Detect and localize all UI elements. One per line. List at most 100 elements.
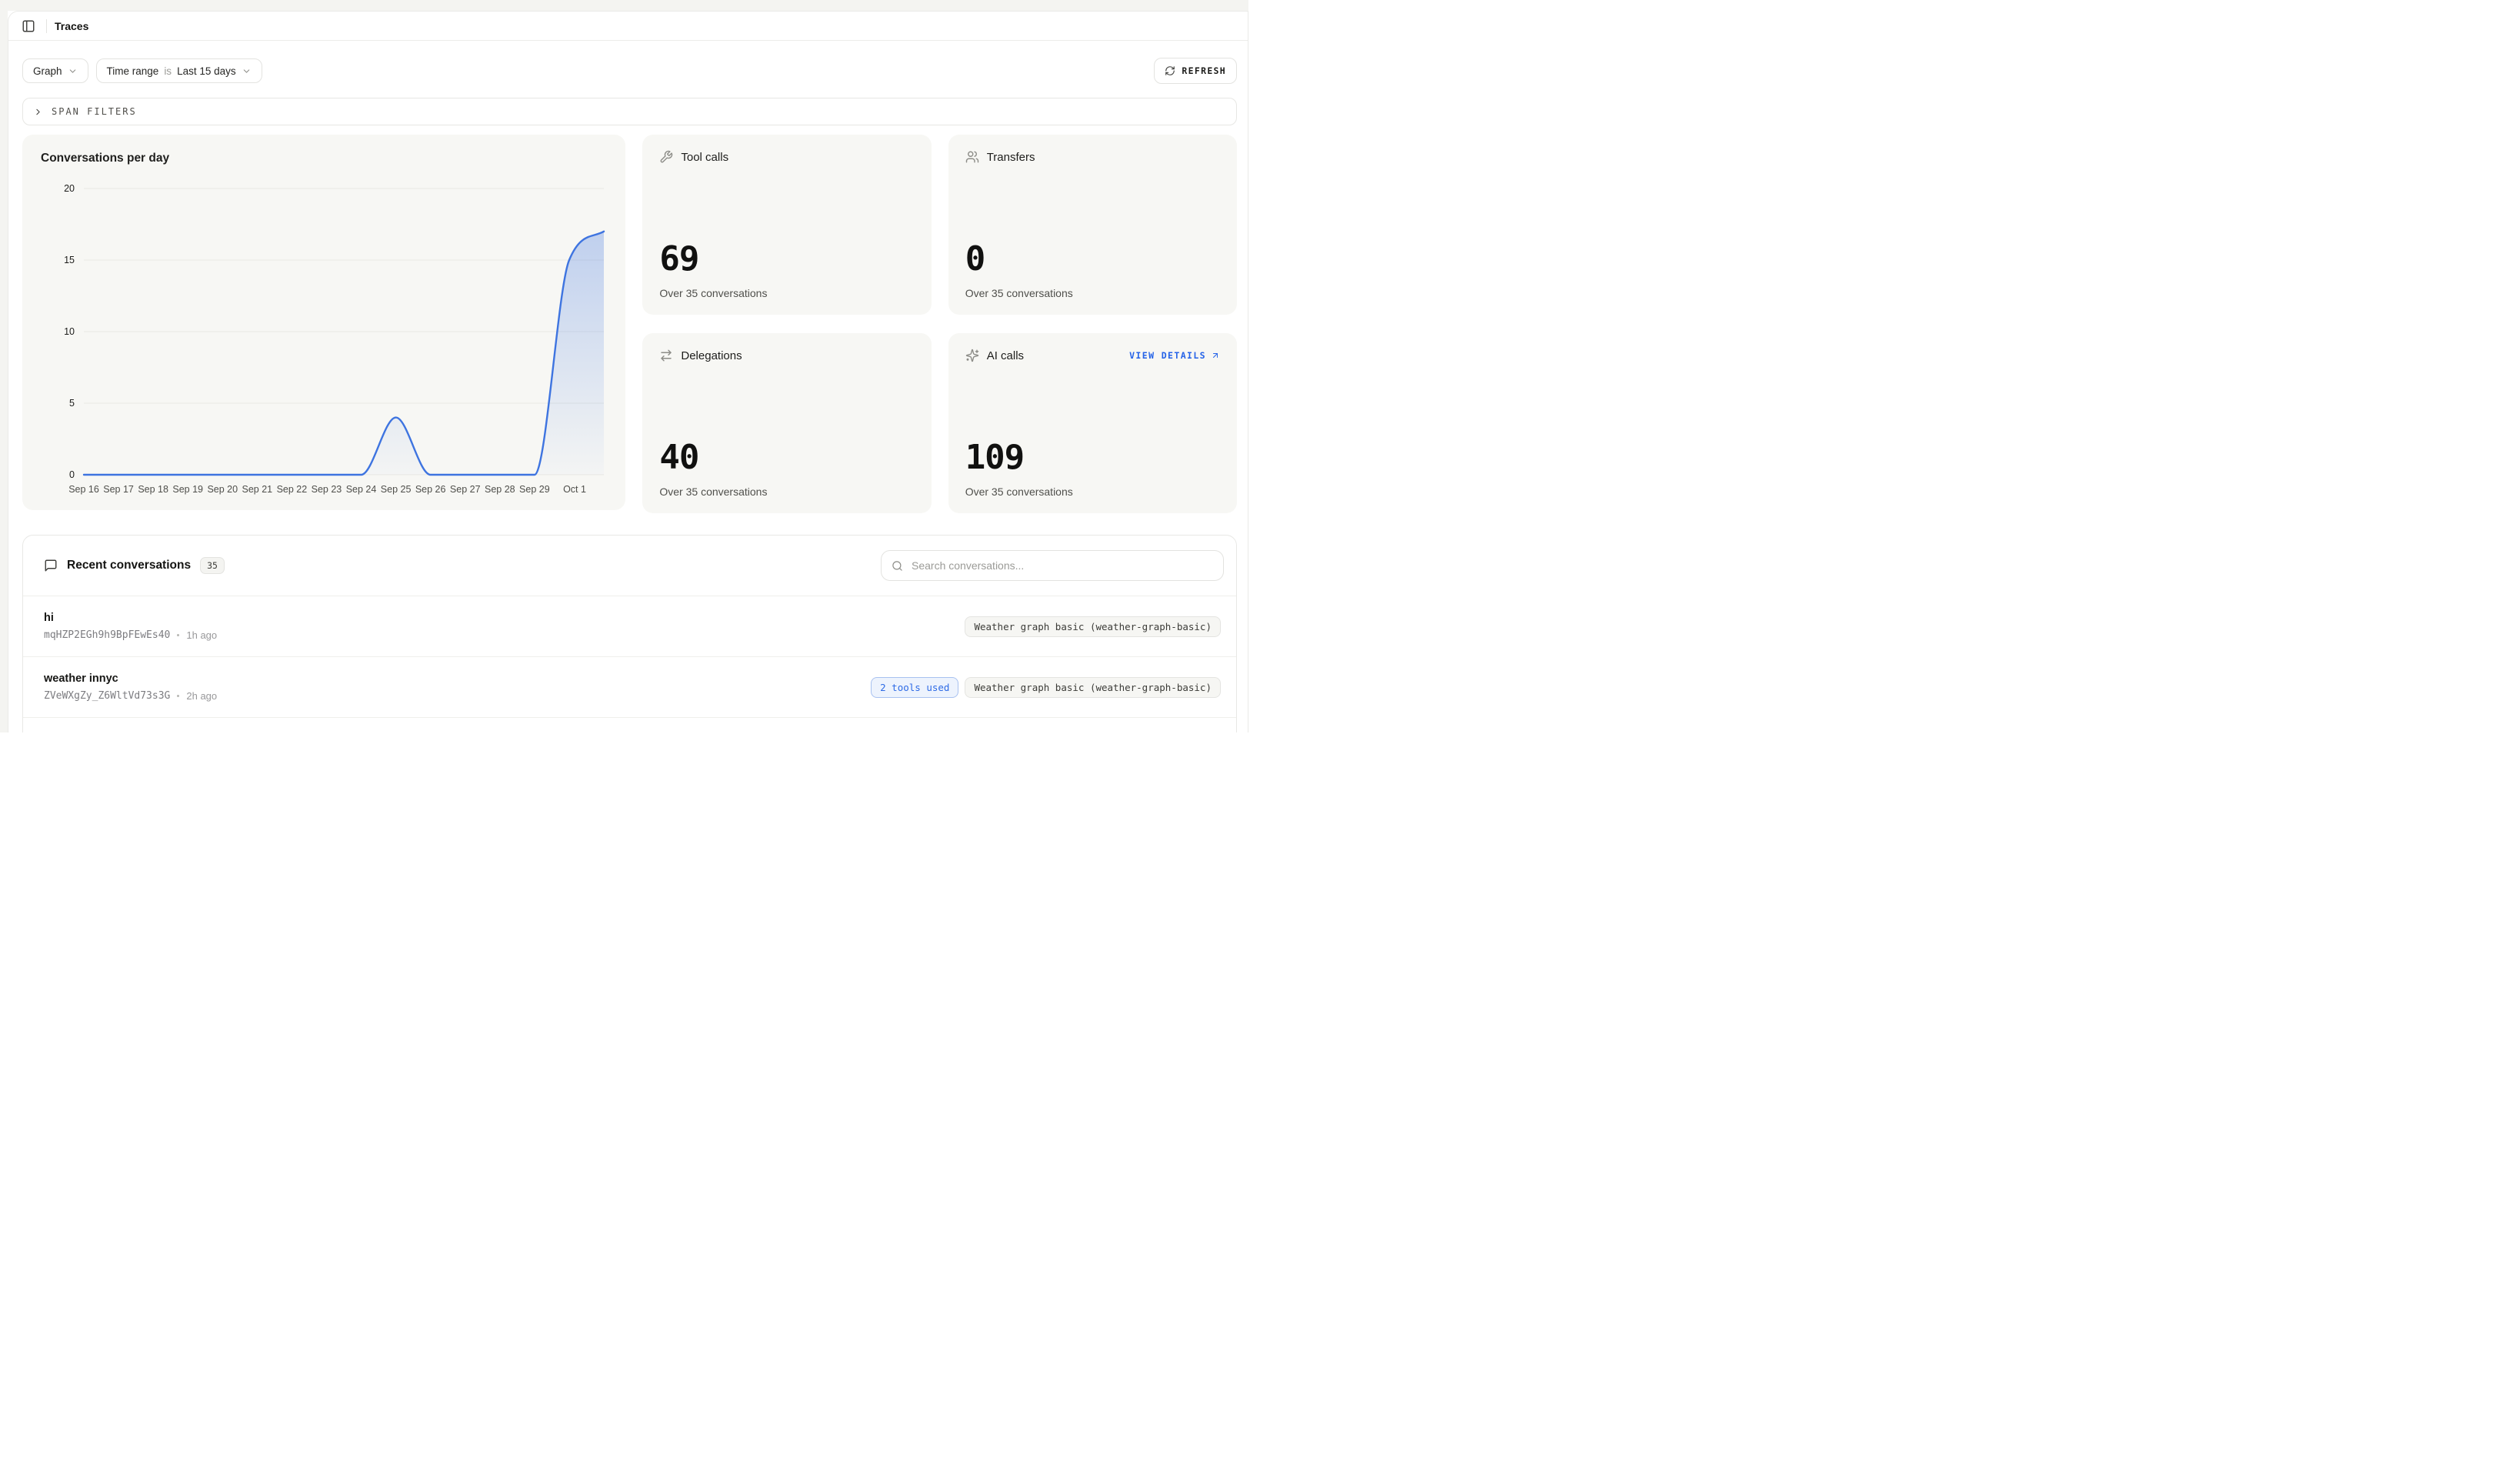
arrows-swap-icon — [659, 349, 673, 362]
x-tick-label: Sep 25 — [381, 484, 412, 495]
x-tick-label: Sep 18 — [138, 484, 168, 495]
conversation-tags: Weather graph basic (weather-graph-basic… — [965, 616, 1221, 637]
stats-row-2: Delegations 40 Over 35 conversations AI … — [642, 333, 1237, 513]
conversation-info: weather innyc ZVeWXgZy_Z6WltVd73s3G 2h a… — [44, 672, 217, 702]
conversation-row[interactable]: hi mqHZP2EGh9h9BpFEwEs40 1h ago Weather … — [23, 596, 1236, 656]
stat-value: 69 — [659, 242, 914, 276]
conversations-count-badge: 35 — [200, 557, 225, 574]
refresh-button[interactable]: REFRESH — [1154, 58, 1237, 84]
sidebar-toggle-button[interactable] — [18, 16, 38, 36]
view-details-link[interactable]: VIEW DETAILS — [1129, 350, 1220, 361]
outer-background-top — [0, 0, 1248, 11]
conversation-time: 1h ago — [186, 629, 217, 641]
meta-dot — [177, 695, 179, 697]
conversation-row[interactable]: weather innyc ZVeWXgZy_Z6WltVd73s3G 2h a… — [23, 656, 1236, 717]
x-tick-label: Sep 19 — [172, 484, 203, 495]
recent-conversations-card: Recent conversations 35 hi mqHZP2EGh9h9B… — [22, 535, 1237, 732]
stat-subtitle: Over 35 conversations — [659, 287, 914, 299]
conversation-tags: 2 tools used Weather graph basic (weathe… — [871, 677, 1221, 698]
y-tick-label: 20 — [41, 183, 75, 194]
chevron-down-icon — [68, 66, 78, 76]
refresh-label: REFRESH — [1182, 65, 1226, 76]
x-tick-label: Sep 17 — [103, 484, 134, 495]
conversations-title: Recent conversations — [67, 559, 191, 572]
x-tick-label: Sep 22 — [277, 484, 308, 495]
time-range-filter[interactable]: Time range is Last 15 days — [96, 58, 262, 83]
agent-tag: Weather graph basic (weather-graph-basic… — [965, 616, 1221, 637]
stat-subtitle: Over 35 conversations — [659, 486, 914, 498]
tools-used-tag: 2 tools used — [871, 677, 958, 698]
chart-plot — [84, 189, 604, 475]
span-filters-label: SPAN FILTERS — [52, 106, 137, 117]
users-icon — [965, 150, 979, 164]
refresh-icon — [1165, 65, 1175, 76]
y-tick-label: 0 — [41, 469, 75, 480]
stat-value: 0 — [965, 242, 1220, 276]
x-tick-label: Sep 24 — [346, 484, 377, 495]
message-square-icon — [44, 559, 58, 572]
time-range-field: Time range — [107, 65, 159, 77]
x-tick-label: Sep 23 — [312, 484, 342, 495]
view-mode-dropdown[interactable]: Graph — [22, 58, 88, 83]
x-tick-label: Sep 26 — [415, 484, 446, 495]
stat-subtitle: Over 35 conversations — [965, 287, 1220, 299]
stat-subtitle: Over 35 conversations — [965, 486, 1220, 498]
filter-toolbar: Graph Time range is Last 15 days REFRESH — [22, 58, 1237, 84]
dashboard-grid: Conversations per day 0 5 10 15 20 Sep 16 Sep… — [22, 135, 1237, 513]
top-header: Traces — [8, 12, 1248, 41]
chart-title: Conversations per day — [41, 152, 607, 165]
view-mode-label: Graph — [33, 65, 62, 77]
stat-value: 109 — [965, 441, 1220, 475]
stats-row-1: Tool calls 69 Over 35 conversations Tran… — [642, 135, 1237, 315]
conversation-title: hi — [44, 612, 217, 624]
wrench-icon — [659, 150, 673, 164]
x-tick-label: Sep 16 — [68, 484, 99, 495]
x-tick-label: Sep 21 — [242, 484, 273, 495]
x-tick-label: Sep 20 — [207, 484, 238, 495]
chevron-down-icon — [242, 66, 252, 76]
stat-card-delegations: Delegations 40 Over 35 conversations — [642, 333, 931, 513]
page-title: Traces — [55, 20, 88, 32]
x-tick-label: Sep 29 — [519, 484, 550, 495]
stat-label: Tool calls — [681, 151, 914, 164]
conversation-row-partial — [23, 717, 1236, 732]
panel-left-icon — [22, 19, 35, 33]
header-divider — [46, 19, 47, 33]
conversation-info: hi mqHZP2EGh9h9BpFEwEs40 1h ago — [44, 612, 217, 641]
main-panel: Traces Graph Time range is Last 15 days … — [8, 11, 1248, 732]
stat-value: 40 — [659, 441, 914, 475]
conversation-title: weather innyc — [44, 672, 217, 685]
x-tick-label: Sep 27 — [450, 484, 481, 495]
span-filters-expander[interactable]: SPAN FILTERS — [22, 98, 1237, 125]
stat-label: Delegations — [681, 349, 914, 362]
agent-tag: Weather graph basic (weather-graph-basic… — [965, 677, 1221, 698]
outer-background-left — [0, 0, 8, 732]
stat-label: AI calls — [987, 349, 1122, 362]
stat-card-ai-calls: AI calls VIEW DETAILS 109 Over 35 conver… — [948, 333, 1237, 513]
conversations-header: Recent conversations 35 — [23, 536, 1236, 596]
conversation-id: ZVeWXgZy_Z6WltVd73s3G — [44, 690, 170, 702]
x-tick-label: Oct 1 — [563, 484, 586, 495]
stat-card-transfers: Transfers 0 Over 35 conversations — [948, 135, 1237, 315]
y-tick-label: 15 — [41, 255, 75, 265]
y-tick-label: 5 — [41, 398, 75, 409]
search-input[interactable] — [910, 559, 1213, 572]
stat-card-tool-calls: Tool calls 69 Over 35 conversations — [642, 135, 931, 315]
y-tick-label: 10 — [41, 326, 75, 337]
time-range-value: Last 15 days — [177, 65, 236, 77]
time-range-operator: is — [164, 65, 172, 77]
conversation-id: mqHZP2EGh9h9BpFEwEs40 — [44, 629, 170, 641]
chart-area: 05101520 — [41, 189, 607, 475]
stats-column: Tool calls 69 Over 35 conversations Tran… — [642, 135, 1237, 513]
meta-dot — [177, 634, 179, 636]
stat-label: Transfers — [987, 151, 1220, 164]
search-icon — [892, 560, 903, 572]
arrow-up-right-icon — [1211, 351, 1220, 360]
conversations-search — [881, 550, 1224, 581]
chart-x-axis: Sep 16Sep 17Sep 18Sep 19Sep 20Sep 21Sep … — [84, 481, 604, 501]
chevron-right-icon — [33, 107, 43, 117]
view-details-label: VIEW DETAILS — [1129, 350, 1206, 361]
conversations-chart-card: Conversations per day 0 5 10 15 20 Sep 16 Sep… — [22, 135, 625, 510]
sparkles-icon — [965, 349, 979, 362]
x-tick-label: Sep 28 — [485, 484, 515, 495]
